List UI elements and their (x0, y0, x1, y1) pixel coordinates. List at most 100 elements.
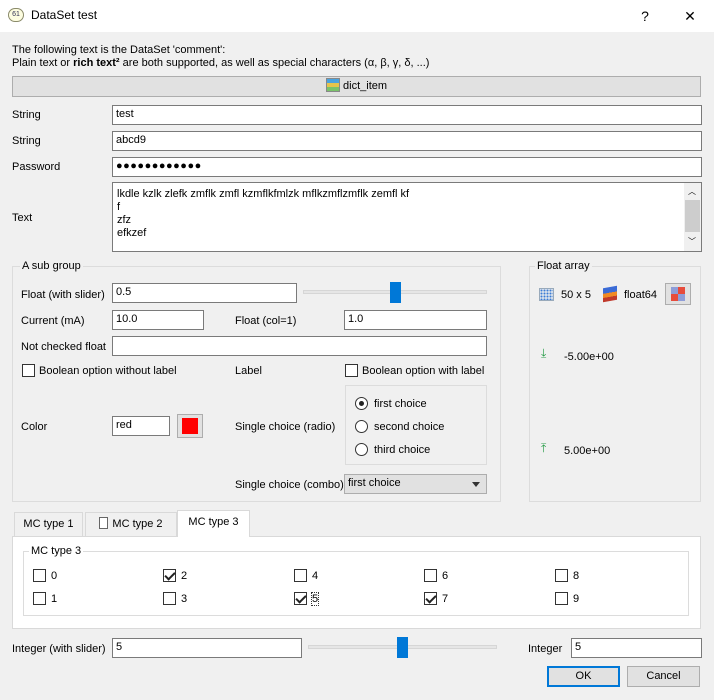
float-slider-label: Float (with slider) (21, 289, 105, 301)
mc-checkbox-label: 5 (310, 592, 320, 606)
dtype-icon (603, 285, 617, 303)
radio-first[interactable] (355, 397, 368, 410)
radio-second-label: second choice (374, 421, 445, 433)
mc-checkbox-label: 3 (181, 593, 188, 605)
combo-value: first choice (348, 477, 401, 489)
password-input[interactable]: ●●●●●●●●●●●● (112, 157, 702, 177)
array-edit-icon (671, 287, 685, 301)
mc-checkbox-label: 9 (573, 593, 580, 605)
comment-line-1: The following text is the DataSet 'comme… (12, 44, 226, 56)
radio-third[interactable] (355, 443, 368, 456)
string-label-1: String (12, 109, 41, 121)
radio-second[interactable] (355, 420, 368, 433)
mc-checkbox-label: 2 (181, 570, 188, 582)
bool-with-label-checkbox[interactable] (345, 364, 358, 377)
edit-array-button[interactable] (665, 283, 691, 305)
mc-checkbox[interactable] (163, 569, 176, 582)
dict-item-label: dict_item (343, 80, 388, 92)
array-shape: 50 x 5 (561, 289, 591, 301)
current-label: Current (mA) (21, 315, 85, 327)
text-scrollbar[interactable]: ︿ ﹀ (684, 183, 701, 251)
array-max: 5.00e+00 (564, 445, 611, 457)
float-col-input[interactable]: 1.0 (344, 310, 487, 330)
dict-item-button[interactable]: dict_item (12, 76, 701, 97)
mc-checkbox[interactable] (163, 592, 176, 605)
grid-icon (539, 288, 554, 301)
radio-label: Single choice (radio) (235, 421, 336, 433)
mc-checkbox-label: 6 (442, 570, 449, 582)
mc-checkbox[interactable] (424, 592, 437, 605)
scroll-thumb[interactable] (685, 200, 700, 232)
comment-rich: rich text² (73, 57, 120, 69)
color-picker-button[interactable] (177, 414, 203, 438)
dict-icon (325, 78, 340, 92)
radio-third-label: third choice (374, 444, 431, 456)
chevron-down-icon (472, 482, 480, 487)
float-slider-input[interactable]: 0.5 (112, 283, 297, 303)
label-text: Label (235, 365, 262, 377)
bool-with-label-text: Boolean option with label (362, 365, 485, 377)
sub-group-title: A sub group (20, 260, 83, 272)
window-title: DataSet test (31, 8, 98, 22)
integer-slider-input[interactable]: 5 (112, 638, 302, 658)
tab-mc-type-3[interactable]: MC type 3 (177, 510, 250, 536)
mc-checkbox[interactable] (424, 569, 437, 582)
tab-mc-type-1[interactable]: MC type 1 (14, 512, 83, 536)
mc-checkbox-label: 7 (442, 593, 449, 605)
mc-group-box (23, 551, 689, 616)
mc-checkbox-label: 0 (51, 570, 58, 582)
help-button[interactable]: ? (630, 5, 660, 27)
mc-checkbox[interactable] (555, 592, 568, 605)
integer-slider-label: Integer (with slider) (12, 643, 106, 655)
combo-select[interactable]: first choice (344, 474, 487, 494)
comment-line-2: Plain text or rich text² are both suppor… (12, 57, 429, 69)
string-input-1[interactable]: test (112, 105, 702, 125)
app-icon: 61 (8, 8, 24, 22)
color-input[interactable]: red (112, 416, 170, 436)
mc-checkbox[interactable] (33, 569, 46, 582)
comment-plain: Plain text or (12, 57, 74, 69)
string-label-2: String (12, 135, 41, 147)
mc-checkbox[interactable] (294, 592, 307, 605)
ok-button[interactable]: OK (547, 666, 620, 687)
color-swatch (182, 418, 198, 434)
bool-no-label-checkbox[interactable] (22, 364, 35, 377)
array-min: -5.00e+00 (564, 351, 614, 363)
mc-checkbox[interactable] (555, 569, 568, 582)
tab-mc-type-2-label: MC type 2 (112, 518, 163, 530)
radio-first-label: first choice (374, 398, 427, 410)
not-checked-input[interactable] (112, 336, 487, 356)
text-line: efkzef (117, 227, 147, 239)
document-icon (99, 517, 109, 529)
close-button[interactable]: ✕ (675, 5, 705, 27)
current-input[interactable]: 10.0 (112, 310, 204, 330)
mc-checkbox-label: 1 (51, 593, 58, 605)
float-slider-handle[interactable] (389, 282, 401, 303)
mc-checkbox[interactable] (33, 592, 46, 605)
scroll-up-icon[interactable]: ︿ (688, 186, 696, 197)
integer-slider-handle[interactable] (397, 637, 408, 658)
tab-mc-type-2[interactable]: MC type 2 (85, 512, 177, 536)
integer-label: Integer (528, 643, 563, 655)
comment-rest: are both supported, as well as special c… (119, 57, 430, 69)
mc-checkbox[interactable] (294, 569, 307, 582)
text-line: zfz (117, 214, 132, 226)
title-bar (0, 0, 714, 32)
scroll-down-icon[interactable]: ﹀ (688, 236, 696, 247)
mc-group-title: MC type 3 (29, 545, 84, 557)
bool-no-label-text: Boolean option without label (39, 365, 177, 377)
string-input-2[interactable]: abcd9 (112, 131, 702, 151)
text-label: Text (12, 212, 33, 224)
password-label: Password (12, 161, 61, 173)
combo-label: Single choice (combo) (235, 479, 344, 491)
text-line: f (117, 201, 121, 213)
max-icon: ⤒ (541, 441, 547, 455)
text-content: lkdle kzlk zlefk zmflk zmfl kzmflkfmlzk … (117, 188, 409, 240)
min-icon: ⤓ (541, 346, 547, 360)
text-area[interactable]: lkdle kzlk zlefk zmflk zmfl kzmflkfmlzk … (112, 182, 702, 252)
cancel-button[interactable]: Cancel (627, 666, 700, 687)
text-line: lkdle kzlk zlefk zmflk zmfl kzmflkfmlzk … (117, 188, 410, 200)
float-col-label: Float (col=1) (235, 315, 297, 327)
not-checked-label: Not checked float (21, 341, 106, 353)
integer-input[interactable]: 5 (571, 638, 702, 658)
